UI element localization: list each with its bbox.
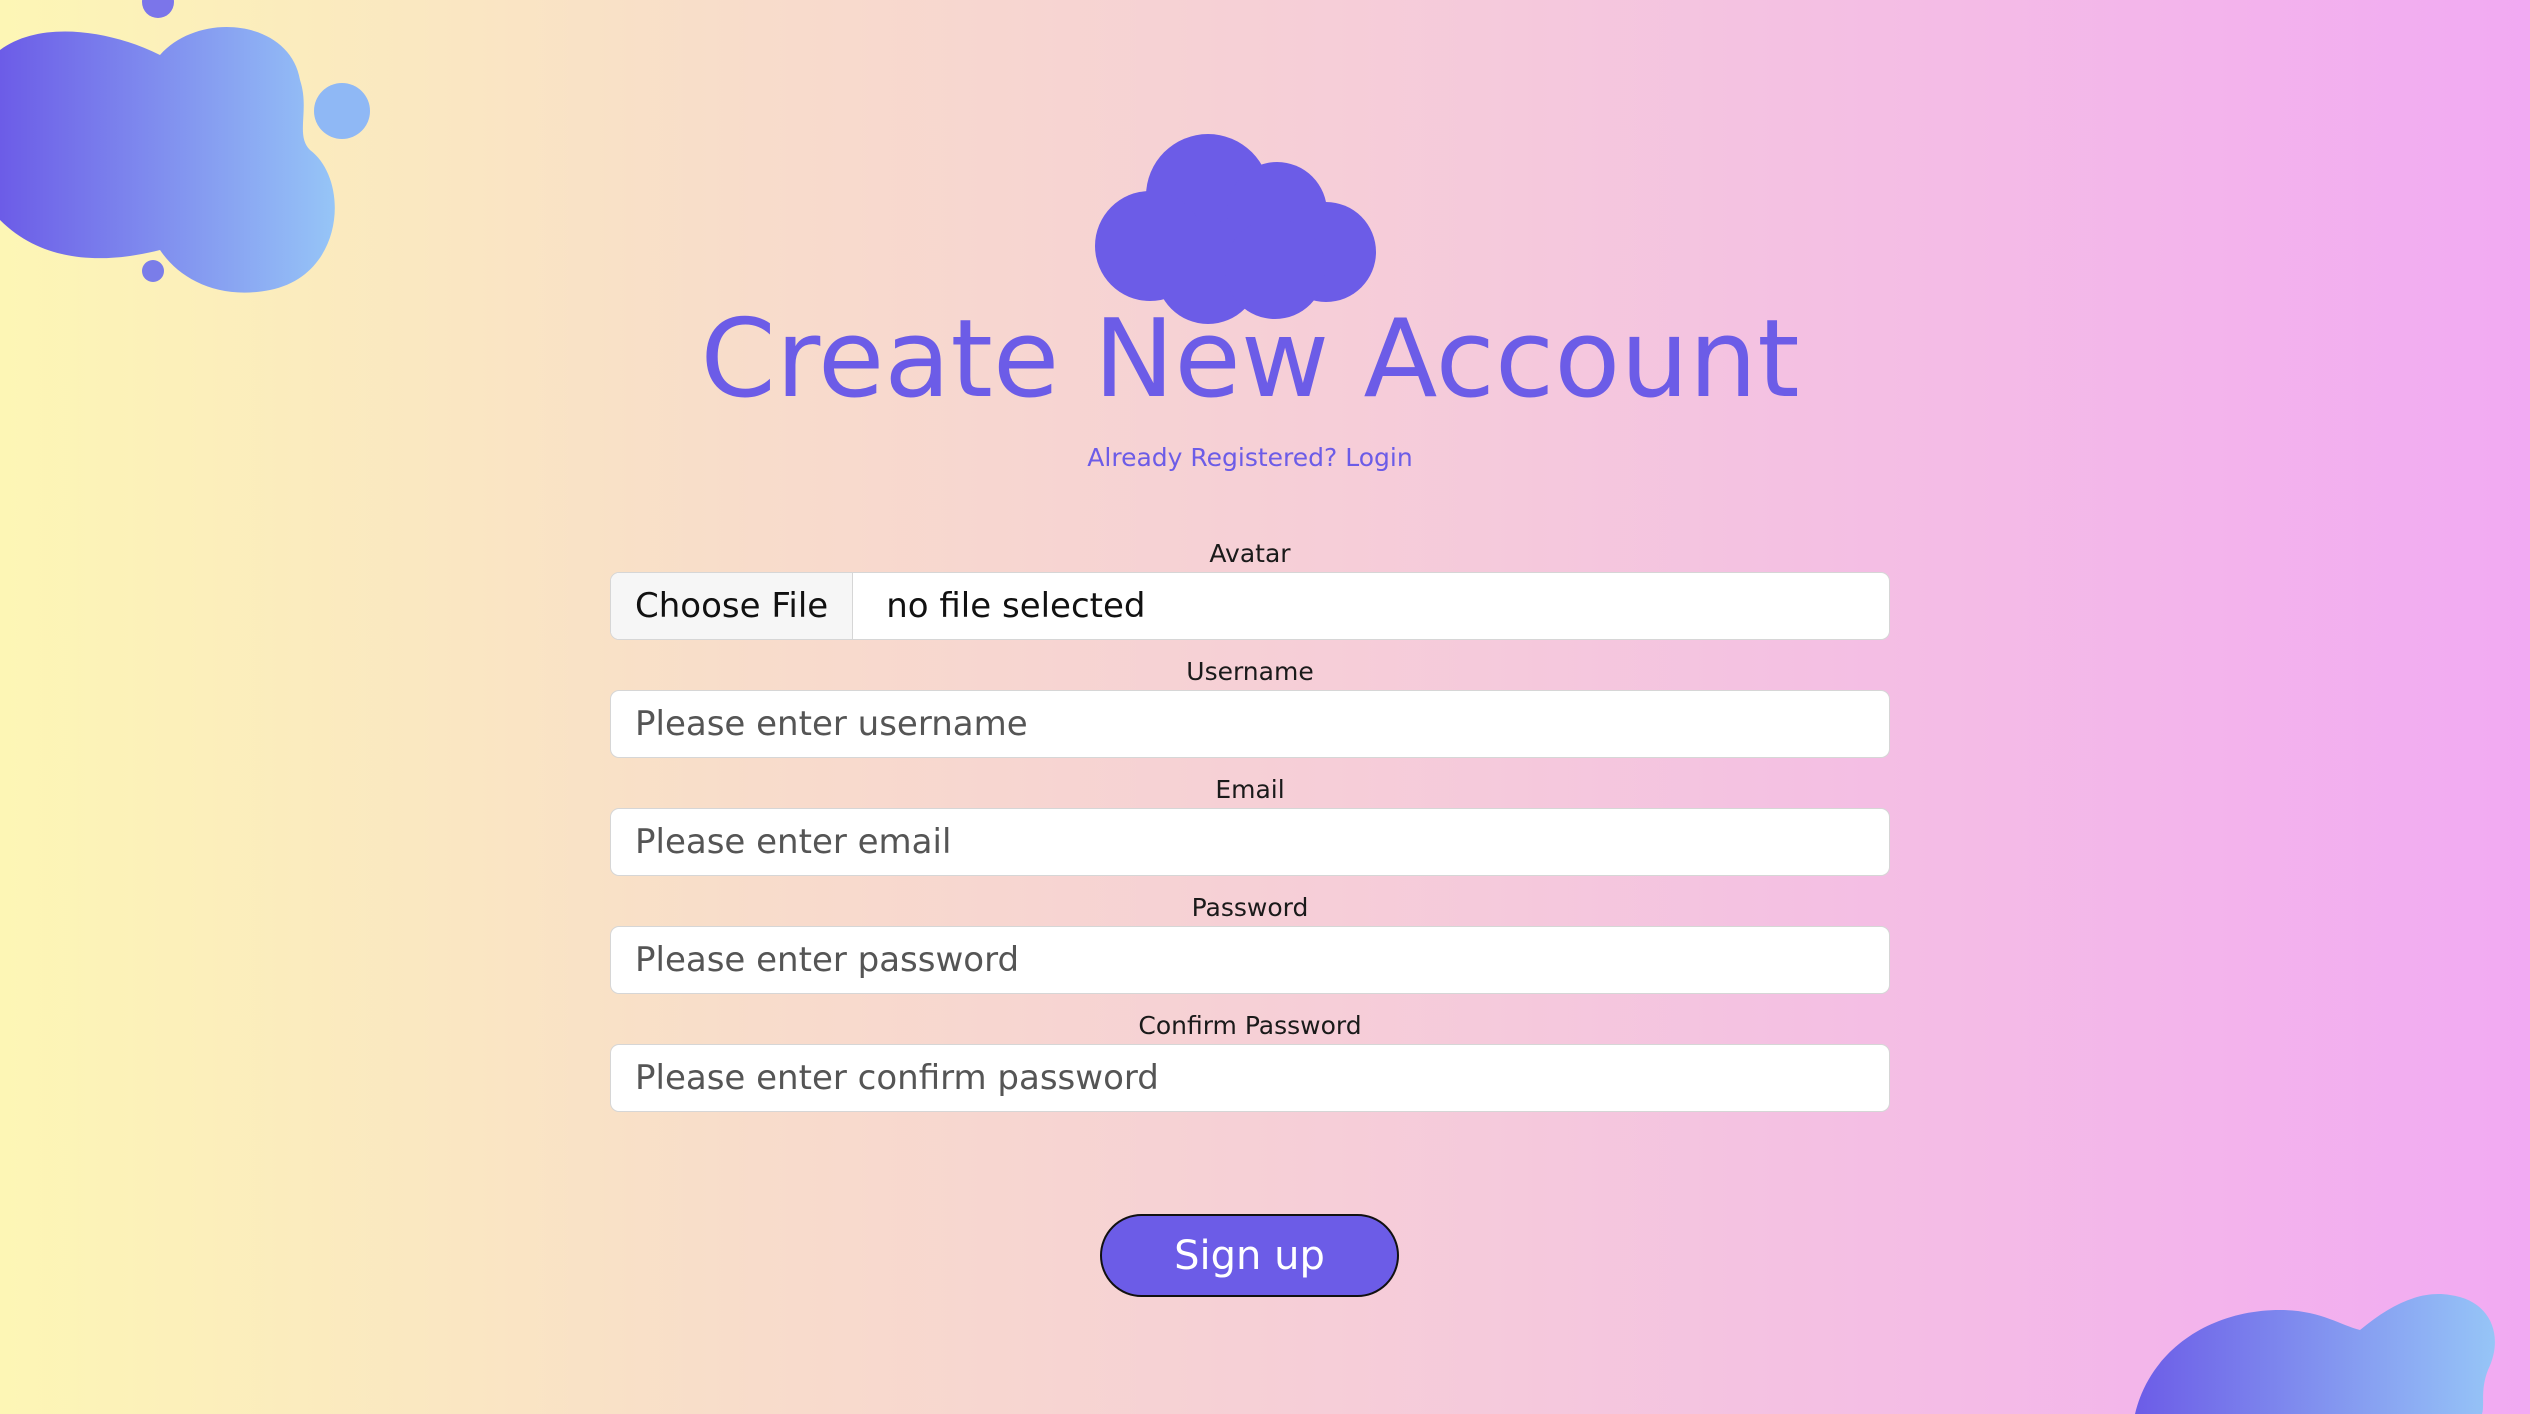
email-input[interactable] [611, 809, 1889, 875]
email-field-box [610, 808, 1890, 876]
choose-file-button[interactable]: Choose File [611, 573, 854, 639]
username-field-box [610, 690, 1890, 758]
avatar-file-input[interactable]: Choose File no file selected [610, 572, 1890, 640]
password-label: Password [1191, 893, 1309, 922]
file-status-text: no file selected [886, 586, 1146, 626]
signup-form: Avatar Choose File no file selected User… [610, 536, 1890, 1126]
password-input[interactable] [611, 927, 1889, 993]
decorative-blob-top-left [0, 0, 370, 293]
page-title: Create New Account [700, 297, 1800, 422]
password-field-box [610, 926, 1890, 994]
username-label: Username [1186, 657, 1314, 686]
decorative-blob-bottom-right [2135, 1294, 2495, 1414]
sign-up-button[interactable]: Sign up [1100, 1214, 1399, 1297]
avatar-label: Avatar [1209, 539, 1291, 568]
username-input[interactable] [611, 691, 1889, 757]
confirm-password-label: Confirm Password [1138, 1011, 1362, 1040]
login-link[interactable]: Already Registered? Login [0, 442, 2500, 474]
email-label: Email [1215, 775, 1285, 804]
confirm-password-field-box [610, 1044, 1890, 1112]
confirm-password-input[interactable] [611, 1045, 1889, 1111]
